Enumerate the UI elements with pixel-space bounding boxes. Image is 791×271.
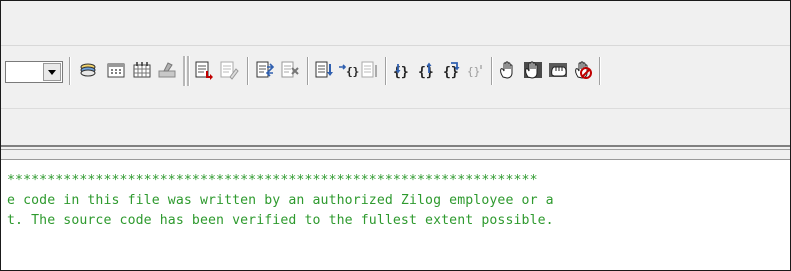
ide-window: {} {} {} {} {} *************************… [0,0,791,271]
toolbar-separator [307,57,309,85]
svg-text:{}: {} [346,65,359,78]
svg-text:{}: {} [467,65,480,78]
document-arrow-icon[interactable] [193,59,215,81]
calendar-icon[interactable] [105,59,127,81]
toolbar-separator [599,57,601,85]
splitter-line [1,149,790,150]
document-x-icon[interactable] [279,59,301,81]
splitter-line [1,145,790,147]
toolbar-separator [385,57,387,85]
code-editor[interactable]: ****************************************… [1,159,790,270]
toolbar-separator [69,57,71,85]
step-braces-icon[interactable]: {} [337,59,359,81]
code-line: t. The source code has been verified to … [7,213,554,228]
toolbar-separator [491,57,493,85]
secondary-toolbar-band [1,108,790,144]
configuration-combo[interactable] [5,61,63,83]
pane-splitter[interactable] [1,143,790,159]
document-lines-icon[interactable] [359,59,381,81]
hand-dark-icon[interactable] [522,59,544,81]
calendar-grid-icon[interactable] [131,59,153,81]
combo-dropdown-button[interactable] [43,63,61,81]
svg-text:{}: {} [418,65,434,80]
step-out-braces-icon[interactable]: {} [416,59,438,81]
toolbar-grip [183,56,186,86]
toolbar-grip [187,56,190,86]
hand-icon[interactable] [497,59,519,81]
menu-band [1,1,790,46]
run-to-braces-icon[interactable]: {} [441,59,463,81]
code-line: e code in this file was written by an au… [7,193,554,208]
document-swap-icon[interactable] [254,59,276,81]
step-into-icon[interactable] [313,59,335,81]
braces-dim-icon[interactable]: {} [465,59,487,81]
step-over-braces-icon[interactable]: {} [391,59,413,81]
clear-icon[interactable] [156,59,178,81]
document-pen-icon[interactable] [218,59,240,81]
svg-text:{}: {} [393,65,409,80]
code-line: ****************************************… [7,173,538,188]
hand-no-icon[interactable] [572,59,594,81]
debug-toolbar: {} {} {} {} {} [1,46,790,108]
hand-fist-icon[interactable] [547,59,569,81]
stack-icon[interactable] [77,59,99,81]
toolbar-separator [247,57,249,85]
